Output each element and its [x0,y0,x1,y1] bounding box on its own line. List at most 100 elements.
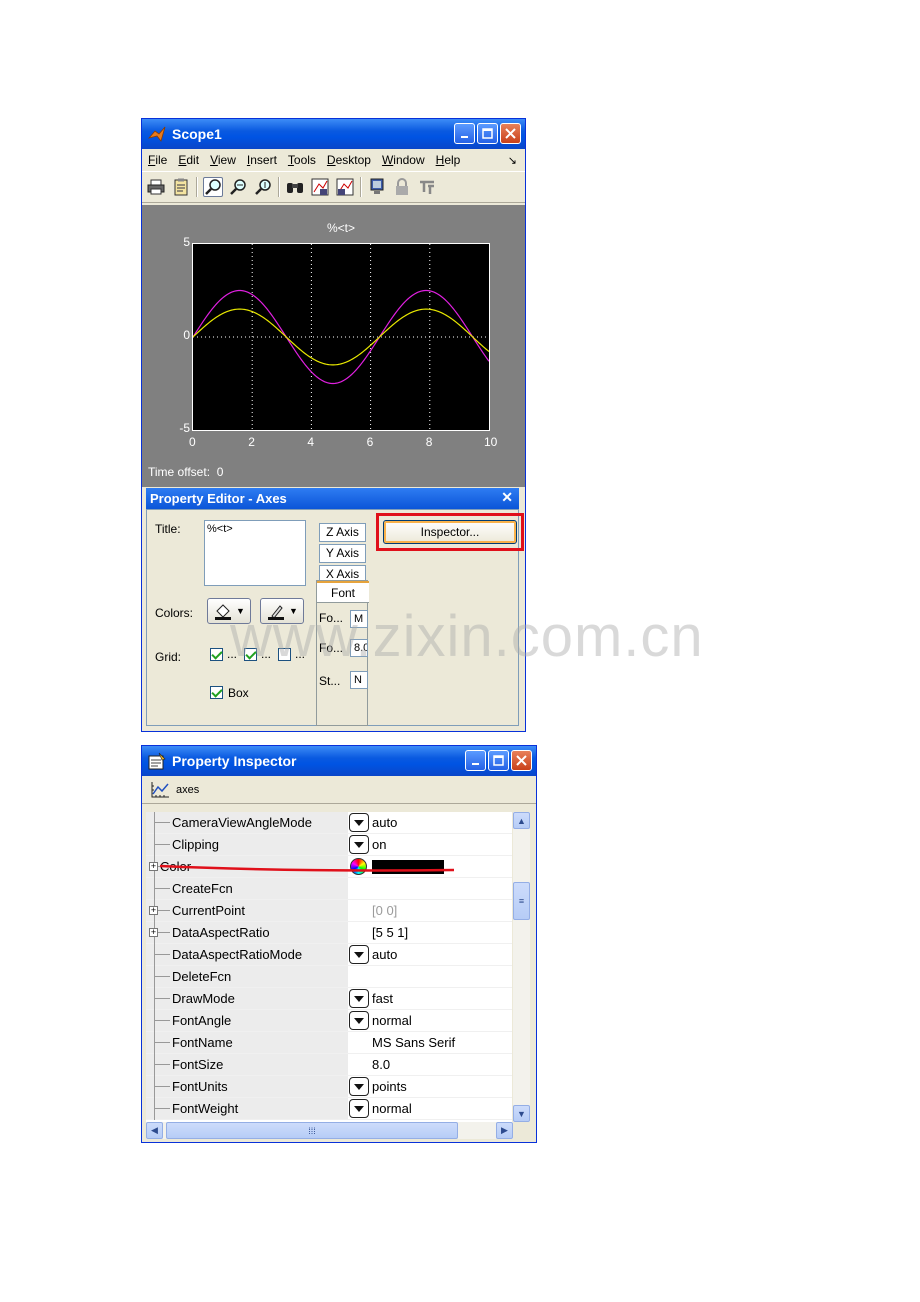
property-name: FontAngle [172,1013,232,1028]
vertical-scrollbar[interactable]: ▲ ≡ ▼ [513,812,530,1122]
property-name-cell: + CurrentPoint [146,900,348,922]
y-tick-label: 5 [183,235,190,249]
print-button[interactable] [146,177,166,197]
horizontal-scroll-thumb[interactable]: ⁞⁞⁞ [166,1122,458,1139]
tree-line [154,834,155,856]
property-inspector-window: Property Inspector axes CameraViewAngleM… [141,745,537,1143]
maximize-button[interactable] [488,750,509,771]
scroll-down-button[interactable]: ▼ [513,1105,530,1122]
time-offset-value: 0 [216,465,224,479]
scope-titlebar[interactable]: Scope1 [142,119,525,149]
maximize-button[interactable] [477,123,498,144]
tree-line [154,822,170,823]
inspector-button[interactable]: Inspector... [383,520,517,544]
menu-view[interactable]: View [210,153,236,167]
menu-insert[interactable]: Insert [247,153,277,167]
property-row-fontunits[interactable]: FontUnits points [146,1076,512,1098]
tab-y-axis[interactable]: Y Axis [319,544,366,563]
property-name: DataAspectRatioMode [172,947,303,962]
lock-axes-button[interactable] [392,177,412,197]
property-row-fontweight[interactable]: FontWeight normal [146,1098,512,1120]
tree-line [154,944,155,966]
expand-icon[interactable]: + [149,862,158,871]
colors-label: Colors: [155,606,194,620]
property-row-dataaspectratiomode[interactable]: DataAspectRatioMode auto [146,944,512,966]
property-row-fontsize[interactable]: FontSize 8.0 [146,1054,512,1076]
signal-selection-button[interactable] [417,177,437,197]
property-row-currentpoint[interactable]: + CurrentPoint [0 0] [146,900,512,922]
scroll-thumb[interactable]: ≡ [513,882,530,920]
scroll-up-button[interactable]: ▲ [513,812,530,829]
menu-label-rest: nsert [250,153,277,167]
tree-line [154,888,170,889]
minimize-button[interactable] [465,750,486,771]
scope-axes[interactable] [192,243,490,431]
zoom-button[interactable] [203,177,223,197]
toolbar-separator [360,177,362,197]
title-input[interactable]: %<t> [204,520,306,586]
box-checkbox[interactable] [210,686,223,699]
grid-x-checkbox[interactable] [210,648,223,661]
property-name: CameraViewAngleMode [172,815,312,830]
property-name: CurrentPoint [172,903,245,918]
property-row-fontname[interactable]: FontName MS Sans Serif [146,1032,512,1054]
close-icon[interactable]: ✕ [501,489,513,506]
autoscale-button[interactable] [285,177,305,197]
property-row-fontangle[interactable]: FontAngle normal [146,1010,512,1032]
expand-icon[interactable]: + [149,906,158,915]
dropdown-button[interactable] [349,1077,369,1096]
zoom-y-button[interactable] [253,177,273,197]
time-offset-label: Time offset: [148,465,211,479]
save-axes-button[interactable] [310,177,330,197]
property-row-dataaspectratio[interactable]: + DataAspectRatio [5 5 1] [146,922,512,944]
font-style-select[interactable]: N [350,671,368,689]
close-button[interactable] [511,750,532,771]
inspector-toolbar: axes [142,776,536,804]
property-name-cell: FontUnits [146,1076,348,1098]
dropdown-button[interactable] [349,945,369,964]
x-tick-label: 8 [425,435,433,449]
property-value: points [372,1079,407,1094]
scroll-right-button[interactable]: ▶ [496,1122,513,1139]
menu-overflow-icon[interactable]: ↘ [508,154,517,167]
menu-tools[interactable]: Tools [288,153,316,167]
parameters-button[interactable] [171,177,191,197]
menu-mnemonic: H [435,153,445,167]
menu-window[interactable]: Window [382,153,425,167]
tab-z-axis[interactable]: Z Axis [319,523,366,542]
menu-mnemonic: W [381,153,394,167]
inspector-titlebar[interactable]: Property Inspector [142,746,536,776]
scope-toolbar [142,171,525,203]
property-name-cell: FontAngle [146,1010,348,1032]
x-tick-label: 6 [366,435,374,449]
horizontal-scrollbar[interactable]: ◀ ⁞⁞⁞ ▶ [146,1122,513,1139]
dropdown-button[interactable] [349,835,369,854]
tree-line [154,1108,170,1109]
scroll-left-button[interactable]: ◀ [146,1122,163,1139]
property-name-cell: DrawMode [146,988,348,1010]
minimize-button[interactable] [454,123,475,144]
expand-icon[interactable]: + [149,928,158,937]
axes-title: %<t> [327,221,356,235]
property-name: FontSize [172,1057,224,1072]
dropdown-button[interactable] [349,1099,369,1118]
restore-axes-button[interactable] [335,177,355,197]
dropdown-button[interactable] [349,1011,369,1030]
property-row-deletefcn[interactable]: DeleteFcn [146,966,512,988]
floating-scope-button[interactable] [367,177,387,197]
toolbar-separator [278,177,280,197]
menu-file[interactable]: File [148,153,167,167]
menu-edit[interactable]: Edit [178,153,199,167]
property-row-createfcn[interactable]: CreateFcn [146,878,512,900]
signal-selection-icon [420,180,434,194]
property-row-cameraviewanglemode[interactable]: CameraViewAngleMode auto [146,812,512,834]
zoom-x-button[interactable] [228,177,248,197]
tab-font[interactable]: Font [317,581,369,603]
dropdown-button[interactable] [349,813,369,832]
menu-help[interactable]: Help [436,153,461,167]
property-row-drawmode[interactable]: DrawMode fast [146,988,512,1010]
dropdown-button[interactable] [349,989,369,1008]
property-row-clipping[interactable]: Clipping on [146,834,512,856]
close-button[interactable] [500,123,521,144]
menu-desktop[interactable]: Desktop [327,153,371,167]
